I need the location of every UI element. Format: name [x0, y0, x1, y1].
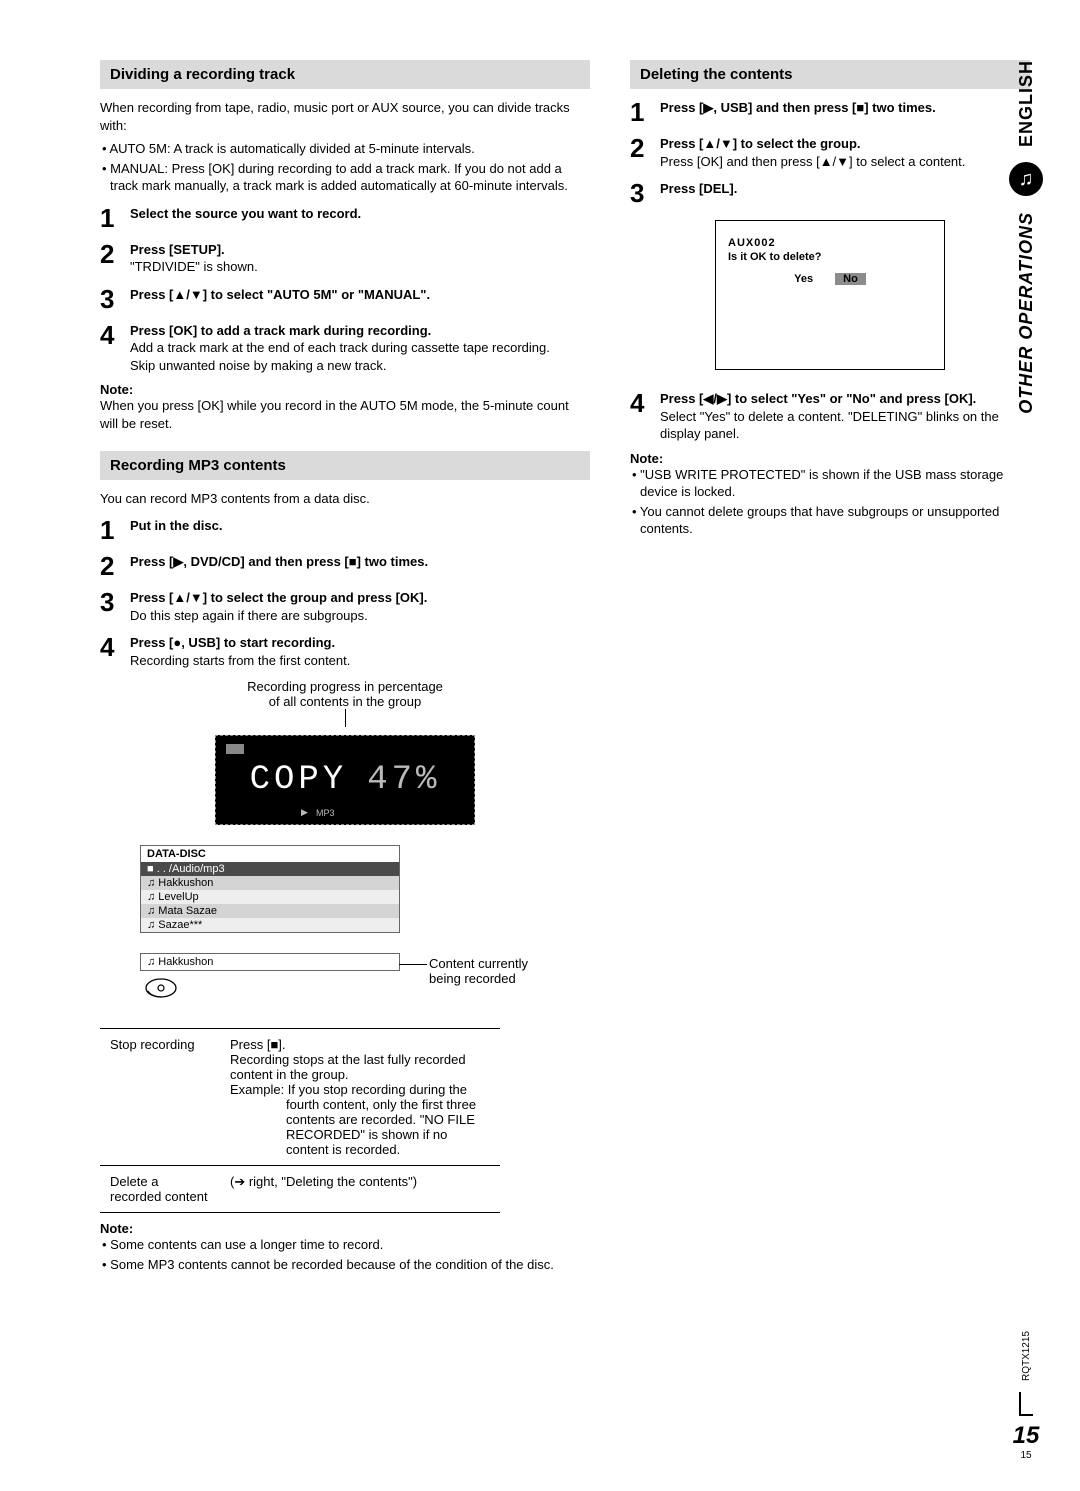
mp3-step-4: 4 Press [●, USB] to start recording. Rec… [100, 634, 590, 669]
list-item: ♫ LevelUp [141, 890, 399, 904]
mp3-step-3: 3 Press [▲/▼] to select the group and pr… [100, 589, 590, 624]
confirm-dialog: AUX002 Is it OK to delete? Yes No [715, 220, 945, 370]
track-list: DATA-DISC ■ . . /Audio/mp3 ♫ Hakkushon ♫… [140, 845, 400, 933]
bullet-manual: • MANUAL: Press [OK] during recording to… [100, 160, 590, 195]
bottom-note-heading: Note: [100, 1221, 590, 1236]
language-label: ENGLISH [1016, 60, 1037, 147]
mp3-badge: MP3 [316, 808, 335, 818]
lcd-display: COPY 47% ▶ MP3 [215, 735, 475, 825]
del-step-2: 2 Press [▲/▼] to select the group. Press… [630, 135, 1030, 170]
del-step-1: 1 Press [▶, USB] and then press [■] two … [630, 99, 1030, 125]
dialog-yes-button[interactable]: Yes [794, 273, 813, 285]
tracklist-title: DATA-DISC [141, 846, 399, 862]
section-label: OTHER OPERATIONS [1016, 212, 1037, 414]
mp3-intro: You can record MP3 contents from a data … [100, 490, 590, 508]
music-note-icon: ♫ [1009, 162, 1043, 196]
bullet-auto5m: • AUTO 5M: A track is automatically divi… [100, 140, 590, 158]
current-track: ♫ Hakkushon Content currently being reco… [140, 953, 400, 971]
list-item: ♫ Mata Sazae [141, 904, 399, 918]
side-tab: ENGLISH ♫ OTHER OPERATIONS [996, 60, 1056, 419]
dialog-title: AUX002 [728, 237, 932, 249]
page-marker-icon [1019, 1392, 1033, 1416]
recording-actions-table: Stop recording Press [■]. Recording stop… [100, 1028, 500, 1213]
note-body: When you press [OK] while you record in … [100, 397, 590, 432]
delete-content-label: Delete a recorded content [100, 1166, 220, 1213]
doc-code: RQTX1215 [1021, 1331, 1032, 1381]
bottom-note-2: • Some MP3 contents cannot be recorded b… [100, 1256, 590, 1274]
mp3-header: Recording MP3 contents [100, 451, 590, 480]
current-track-label: Content currently being recorded [399, 956, 528, 986]
page-number-large: 15 [996, 1422, 1056, 1450]
play-icon: ▶ [301, 807, 308, 818]
step-1: 1 Select the source you want to record. [100, 205, 590, 231]
dialog-question: Is it OK to delete? [728, 251, 932, 263]
right-column: Deleting the contents 1 Press [▶, USB] a… [630, 60, 1030, 1275]
list-item: ♫ Hakkushon [141, 876, 399, 890]
left-column: Dividing a recording track When recordin… [100, 60, 590, 1275]
step-3: 3 Press [▲/▼] to select "AUTO 5M" or "MA… [100, 286, 590, 312]
stop-recording-label: Stop recording [100, 1029, 220, 1166]
page-number-small: 15 [996, 1450, 1056, 1461]
lcd-caption: Recording progress in percentage of all … [100, 679, 590, 825]
del-step-4: 4 Press [◀/▶] to select "Yes" or "No" an… [630, 390, 1030, 443]
list-item: ■ . . /Audio/mp3 [141, 862, 399, 876]
note-heading: Note: [100, 382, 590, 397]
lcd-copy: COPY [250, 761, 348, 799]
dividing-header: Dividing a recording track [100, 60, 590, 89]
table-row: Delete a recorded content (➔ right, "Del… [100, 1166, 500, 1213]
dividing-intro: When recording from tape, radio, music p… [100, 99, 590, 134]
dialog-no-button[interactable]: No [835, 273, 866, 285]
usb-icon [226, 744, 244, 754]
bottom-note-1: • Some contents can use a longer time to… [100, 1236, 590, 1254]
mp3-step-1: 1 Put in the disc. [100, 517, 590, 543]
page-footer: RQTX1215 15 15 [996, 1331, 1056, 1461]
del-note-1: • "USB WRITE PROTECTED" is shown if the … [630, 466, 1030, 501]
del-note-2: • You cannot delete groups that have sub… [630, 503, 1030, 538]
step-4: 4 Press [OK] to add a track mark during … [100, 322, 590, 375]
mp3-step-2: 2 Press [▶, DVD/CD] and then press [■] t… [100, 553, 590, 579]
table-row: Stop recording Press [■]. Recording stop… [100, 1029, 500, 1166]
del-step-3: 3 Press [DEL]. [630, 180, 1030, 206]
lcd-percent: 47% [367, 761, 440, 799]
step-2: 2 Press [SETUP]. "TRDIVIDE" is shown. [100, 241, 590, 276]
deleting-header: Deleting the contents [630, 60, 1030, 89]
list-item: ♫ Sazae*** [141, 918, 399, 932]
del-note-heading: Note: [630, 451, 1030, 466]
